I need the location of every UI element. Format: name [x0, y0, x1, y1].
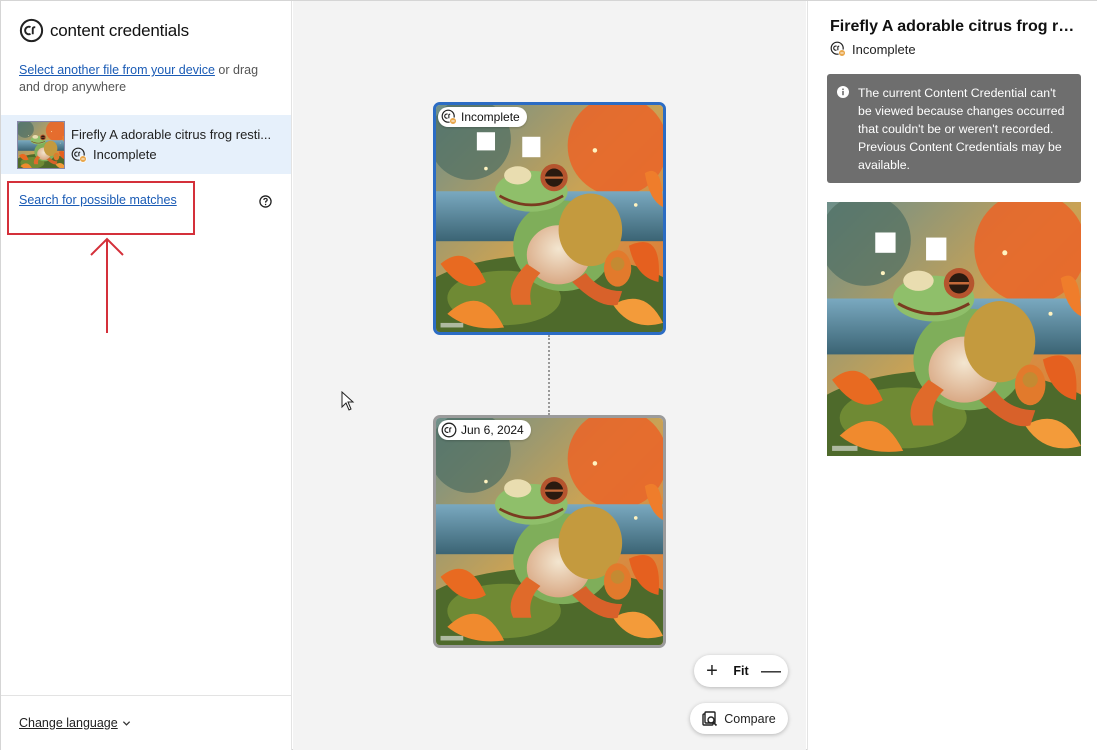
- file-status: Incomplete: [71, 147, 276, 163]
- app-window: content credentials Select another file …: [0, 0, 1097, 750]
- zoom-controls: + Fit —: [694, 655, 788, 687]
- incomplete-notice: The current Content Credential can't be …: [827, 74, 1081, 183]
- change-language-button[interactable]: Change language: [19, 716, 131, 730]
- node-label: Jun 6, 2024: [438, 420, 531, 440]
- file-status-text: Incomplete: [93, 147, 157, 162]
- file-name: Firefly A adorable citrus frog resti...: [71, 126, 272, 142]
- info-icon: [837, 86, 849, 98]
- chevron-down-icon: [122, 720, 130, 726]
- annotation-arrow-icon: [90, 237, 124, 333]
- cr-logo-icon: [19, 18, 44, 43]
- compare-button[interactable]: Compare: [690, 703, 788, 734]
- change-language-label: Change language: [19, 716, 118, 730]
- panel-title: Firefly A adorable citrus frog re...: [830, 18, 1080, 35]
- brand-name: content credentials: [50, 20, 189, 40]
- node-image: [436, 418, 663, 645]
- brand-logo: content credentials: [19, 18, 189, 43]
- provenance-node-ingredient[interactable]: Jun 6, 2024: [433, 415, 666, 648]
- cr-icon: [441, 422, 457, 438]
- select-file-link[interactable]: Select another file from your device: [19, 63, 215, 77]
- zoom-in-button[interactable]: +: [703, 661, 721, 681]
- compare-icon: [702, 710, 718, 726]
- fit-button[interactable]: Fit: [733, 664, 748, 678]
- provenance-node-current[interactable]: Incomplete: [433, 102, 666, 335]
- help-icon[interactable]: [259, 195, 272, 208]
- compare-label: Compare: [724, 711, 776, 726]
- selected-file-row[interactable]: Firefly A adorable citrus frog resti... …: [1, 115, 291, 174]
- details-panel: Firefly A adorable citrus frog re... Inc…: [807, 1, 1097, 750]
- node-label-text: Jun 6, 2024: [461, 423, 524, 437]
- sidebar-footer: Change language: [1, 695, 291, 750]
- node-image: [436, 105, 663, 332]
- content-preview-image: [827, 202, 1081, 456]
- node-label-text: Incomplete: [461, 110, 520, 124]
- left-sidebar: content credentials Select another file …: [1, 1, 292, 750]
- file-thumbnail: [17, 120, 65, 169]
- panel-status: Incomplete: [830, 41, 916, 57]
- zoom-out-button[interactable]: —: [761, 661, 781, 681]
- cr-incomplete-icon: [830, 41, 846, 57]
- panel-status-text: Incomplete: [852, 41, 916, 57]
- highlight-box: [7, 181, 195, 235]
- search-matches-link[interactable]: Search for possible matches: [19, 193, 177, 207]
- node-connector: [548, 335, 550, 415]
- upload-hint: Select another file from your device or …: [19, 62, 281, 96]
- notice-text: The current Content Credential can't be …: [858, 86, 1065, 172]
- node-label: Incomplete: [438, 107, 527, 127]
- cr-incomplete-icon: [441, 109, 457, 125]
- mouse-cursor-icon: [341, 391, 355, 411]
- file-info: Firefly A adorable citrus frog resti... …: [71, 127, 276, 163]
- cr-incomplete-icon: [71, 147, 87, 163]
- provenance-canvas[interactable]: Incomplete Jun 6, 2024 + Fit — Compare: [293, 1, 806, 750]
